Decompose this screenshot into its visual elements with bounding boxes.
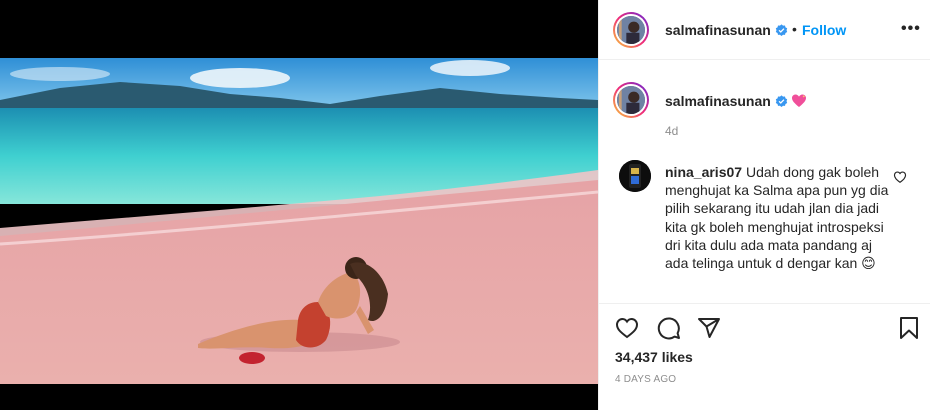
separator-dot: • [792, 21, 797, 37]
caption-username[interactable]: salmafinasunan [665, 93, 807, 109]
smiling-face-emoji: 😊 [861, 255, 876, 272]
bookmark-icon[interactable] [897, 316, 921, 340]
post-media[interactable] [0, 0, 598, 410]
comment-body: nina_aris07 Udah dong gak boleh menghuja… [665, 163, 897, 272]
comment-text: Udah dong gak boleh menghujat ka Salma a… [665, 164, 889, 272]
beach-photo[interactable] [0, 58, 598, 384]
commenter-username[interactable]: nina_aris07 [665, 164, 742, 180]
follow-button[interactable]: Follow [802, 22, 846, 38]
heart-outline-icon[interactable] [615, 316, 639, 340]
caption-username-text[interactable]: salmafinasunan [665, 93, 771, 109]
commenter-avatar[interactable] [619, 160, 651, 192]
author-username[interactable]: salmafinasunan [665, 22, 788, 38]
caption-author-avatar[interactable] [613, 82, 649, 118]
post-date[interactable]: 4 DAYS AGO [615, 374, 676, 385]
likes-count[interactable]: 34,437 likes [615, 349, 693, 365]
post-header: salmafinasunan • Follow ••• [599, 0, 930, 60]
more-options-icon[interactable]: ••• [901, 20, 921, 38]
post-actions: 34,437 likes 4 DAYS AGO [599, 303, 930, 410]
verified-badge-icon [775, 95, 788, 107]
comment-bubble-icon[interactable] [657, 316, 681, 340]
post-side-panel: salmafinasunan • Follow ••• salmafinasun… [598, 0, 930, 410]
author-avatar[interactable] [613, 12, 649, 48]
paper-plane-icon[interactable] [697, 316, 721, 340]
sparkling-heart-icon [791, 94, 806, 107]
author-username-text[interactable]: salmafinasunan [665, 22, 771, 38]
verified-badge-icon [775, 24, 788, 36]
caption-timestamp[interactable]: 4d [665, 124, 678, 138]
comment-like-heart-icon[interactable] [893, 170, 907, 184]
